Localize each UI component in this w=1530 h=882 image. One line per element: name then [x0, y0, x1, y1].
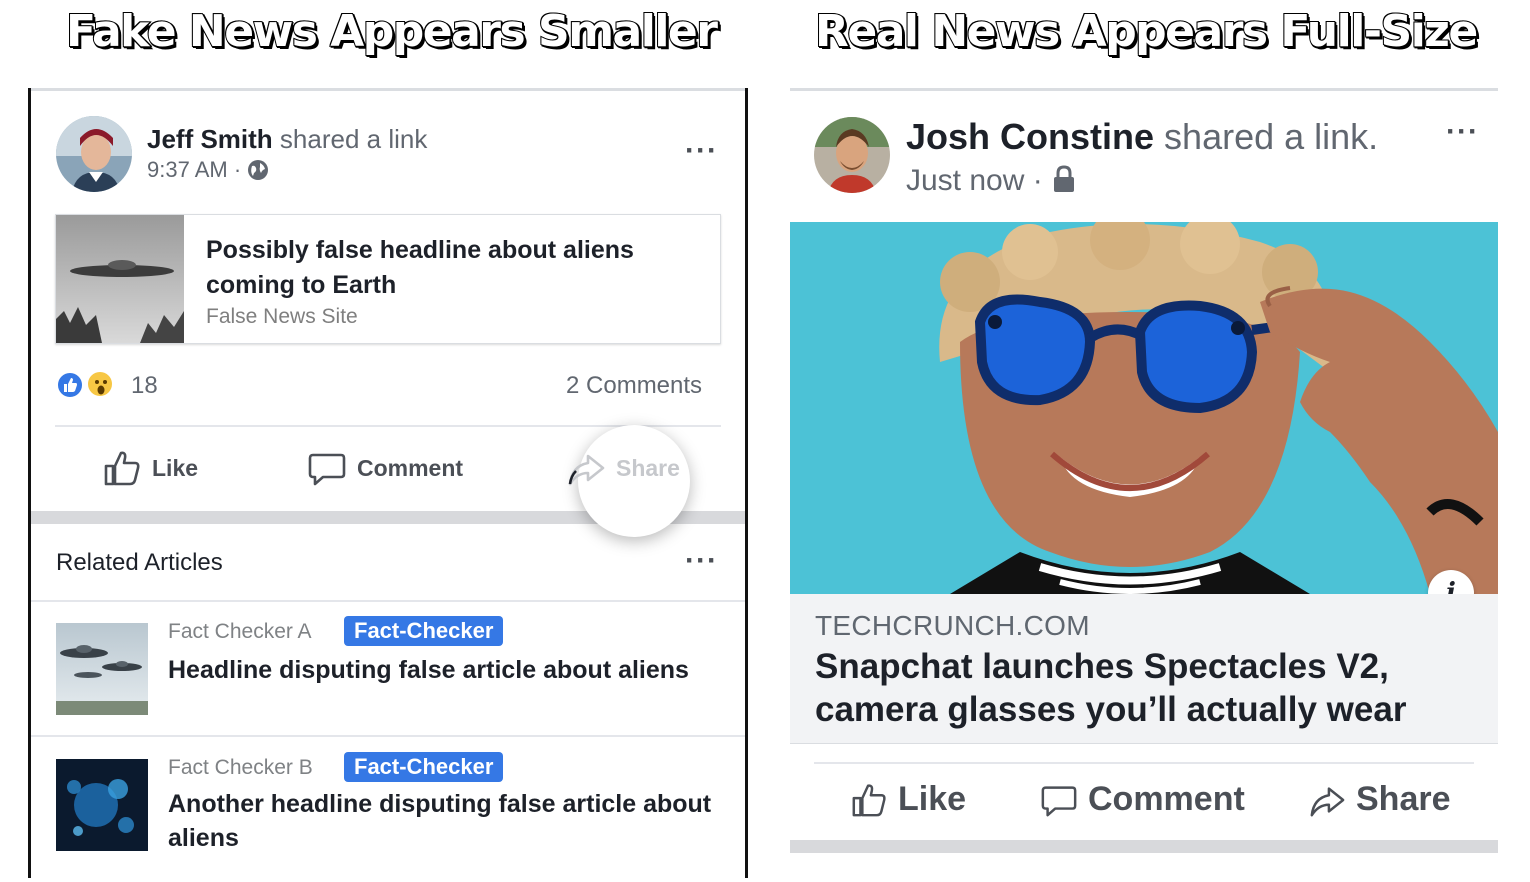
- actions-divider: [814, 762, 1474, 764]
- post-time[interactable]: Just now: [906, 164, 1024, 197]
- fact-checker-name: Fact Checker A: [168, 620, 312, 643]
- link-thumbnail: [56, 215, 184, 343]
- share-label: Share: [1356, 780, 1451, 818]
- like-icon: [104, 451, 140, 486]
- comment-label: Comment: [357, 454, 464, 481]
- comment-count[interactable]: 2 Comments: [566, 372, 702, 400]
- meta-separator: ·: [233, 157, 242, 182]
- comment-icon: [1041, 785, 1077, 816]
- feed-separator-band: [790, 840, 1498, 853]
- like-reaction-icon[interactable]: [56, 371, 84, 399]
- lock-icon: [1054, 165, 1075, 192]
- left-top-rule: [31, 88, 745, 91]
- link-headline[interactable]: Possibly false headline about aliens com…: [206, 233, 706, 303]
- comment-button[interactable]: Comment: [307, 448, 463, 488]
- link-hero-image[interactable]: [790, 222, 1498, 594]
- author-name[interactable]: Jeff Smith: [147, 124, 273, 154]
- share-icon: [568, 454, 605, 486]
- author-name[interactable]: Josh Constine: [906, 116, 1154, 157]
- like-label: Like: [898, 780, 967, 818]
- post-meta: 9:37 AM ·: [147, 157, 269, 183]
- related-headline[interactable]: Headline disputing false article about a…: [168, 653, 728, 687]
- related-thumbnail[interactable]: [56, 623, 148, 715]
- share-button[interactable]: Share: [566, 448, 680, 488]
- post-action-text: shared a link: [279, 124, 428, 154]
- related-headline[interactable]: Another headline disputing false article…: [168, 787, 728, 855]
- right-banner-title: Real News Appears Full-Size: [814, 5, 1479, 58]
- related-more-icon[interactable]: ···: [685, 546, 718, 576]
- link-source: False News Site: [206, 305, 358, 328]
- reaction-count[interactable]: 18: [131, 372, 158, 400]
- globe-icon: [248, 160, 269, 180]
- comment-icon: [308, 453, 346, 486]
- comment-label: Comment: [1088, 780, 1245, 818]
- like-button[interactable]: Like: [102, 448, 198, 488]
- author-avatar[interactable]: [814, 117, 890, 193]
- meta-separator: ·: [1032, 164, 1043, 197]
- share-icon: [1310, 786, 1345, 816]
- share-button[interactable]: Share: [1308, 780, 1451, 819]
- related-thumbnail[interactable]: [56, 759, 148, 851]
- right-top-rule: [790, 88, 1498, 91]
- left-banner-title: Fake News Appears Smaller: [65, 5, 719, 58]
- author-avatar[interactable]: [56, 116, 132, 192]
- related-articles-title: Related Articles: [56, 549, 223, 576]
- post-header-line: Jeff Smith shared a link: [147, 124, 427, 155]
- fact-checker-badge: Fact-Checker: [344, 752, 504, 782]
- related-divider: [31, 735, 745, 737]
- link-source-domain: TECHCRUNCH.COM: [815, 610, 1090, 641]
- related-divider-top: [31, 600, 745, 602]
- post-header-line: Josh Constine shared a link.: [906, 116, 1378, 158]
- like-icon: [852, 783, 886, 816]
- like-button[interactable]: Like: [850, 780, 966, 819]
- post-time[interactable]: 9:37 AM: [147, 157, 228, 182]
- post-more-icon[interactable]: ···: [685, 136, 718, 166]
- fact-checker-name: Fact Checker B: [168, 756, 313, 779]
- post-action-text: shared a link.: [1164, 116, 1379, 157]
- link-headline[interactable]: Snapchat launches Spectacles V2, camera …: [815, 645, 1475, 731]
- post-meta: Just now ·: [906, 164, 1077, 198]
- like-label: Like: [152, 454, 199, 481]
- share-label: Share: [616, 454, 680, 481]
- wow-reaction-icon[interactable]: [86, 370, 114, 398]
- link-preview-card[interactable]: Possibly false headline about aliens com…: [55, 214, 721, 344]
- fact-checker-badge: Fact-Checker: [344, 616, 504, 646]
- post-more-icon[interactable]: ···: [1446, 117, 1479, 147]
- comment-button[interactable]: Comment: [1040, 780, 1245, 819]
